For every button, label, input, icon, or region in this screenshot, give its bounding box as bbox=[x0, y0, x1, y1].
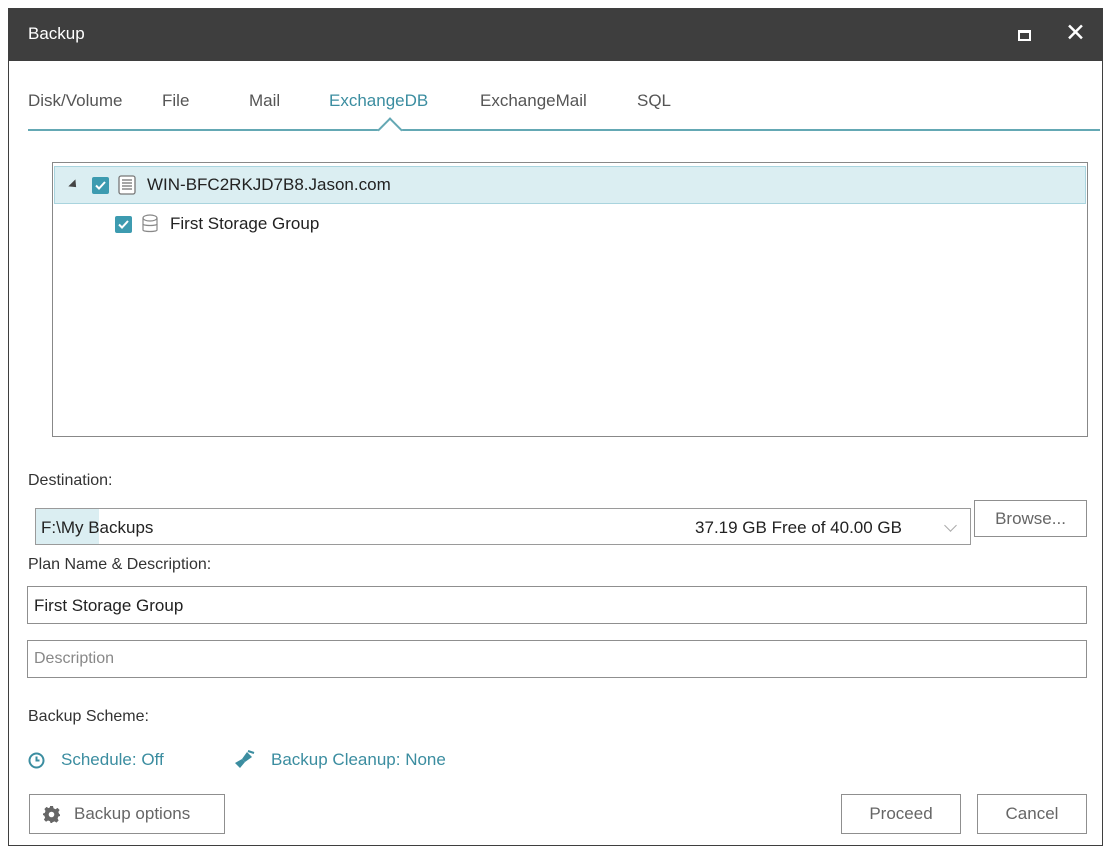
proceed-button[interactable]: Proceed bbox=[841, 794, 961, 834]
checkmark-icon bbox=[95, 180, 106, 190]
plan-name-label: Plan Name & Description: bbox=[28, 556, 212, 573]
window-title: Backup bbox=[28, 24, 85, 43]
expand-arrow-icon[interactable] bbox=[68, 179, 80, 191]
schedule-text: Schedule: Off bbox=[61, 750, 164, 769]
tab-mail[interactable]: Mail bbox=[249, 91, 280, 111]
background-strip bbox=[0, 0, 8, 849]
checkmark-icon bbox=[118, 219, 129, 229]
plan-name-value: First Storage Group bbox=[34, 596, 184, 615]
cleanup-text: Backup Cleanup: None bbox=[271, 750, 446, 769]
tab-exchangedb[interactable]: ExchangeDB bbox=[329, 91, 428, 111]
storage-group-checkbox[interactable] bbox=[115, 215, 132, 233]
gear-icon bbox=[43, 805, 60, 823]
tab-file[interactable]: File bbox=[162, 91, 189, 111]
backup-window: Backup ✕ Disk/Volume File Mail ExchangeD… bbox=[8, 8, 1103, 846]
backup-options-button[interactable]: Backup options bbox=[29, 794, 225, 834]
backup-options-label: Backup options bbox=[74, 804, 191, 823]
backup-scheme-label: Backup Scheme: bbox=[28, 708, 149, 725]
tree-node-server[interactable]: WIN-BFC2RKJD7B8.Jason.com bbox=[54, 166, 1086, 204]
plan-name-input[interactable]: First Storage Group bbox=[27, 586, 1087, 624]
server-checkbox[interactable] bbox=[92, 176, 109, 194]
schedule-link[interactable]: Schedule: Off bbox=[28, 750, 164, 770]
close-icon[interactable]: ✕ bbox=[1065, 19, 1086, 47]
clock-icon bbox=[28, 752, 45, 768]
exchange-tree: WIN-BFC2RKJD7B8.Jason.com First Storage … bbox=[52, 162, 1088, 437]
destination-free-space: 37.19 GB Free of 40.00 GB bbox=[695, 518, 902, 537]
title-bar: Backup ✕ bbox=[9, 9, 1102, 61]
chevron-down-icon[interactable] bbox=[944, 519, 957, 532]
description-placeholder: Description bbox=[34, 650, 115, 667]
maximize-icon[interactable] bbox=[1018, 30, 1031, 41]
destination-select[interactable]: F:\My Backups 37.19 GB Free of 40.00 GB bbox=[35, 508, 971, 545]
cancel-button[interactable]: Cancel bbox=[977, 794, 1087, 834]
tab-bar: Disk/Volume File Mail ExchangeDB Exchang… bbox=[28, 91, 1100, 131]
tree-node-storage-group[interactable]: First Storage Group bbox=[115, 205, 319, 243]
server-label: WIN-BFC2RKJD7B8.Jason.com bbox=[147, 175, 391, 194]
description-input[interactable]: Description bbox=[27, 640, 1087, 678]
tab-disk-volume[interactable]: Disk/Volume bbox=[28, 91, 122, 111]
tab-exchangemail[interactable]: ExchangeMail bbox=[480, 91, 587, 111]
database-icon bbox=[142, 214, 158, 233]
destination-path: F:\My Backups bbox=[41, 518, 154, 537]
tab-sql[interactable]: SQL bbox=[637, 91, 671, 111]
server-icon bbox=[118, 175, 136, 195]
broom-icon bbox=[235, 750, 255, 768]
cleanup-link[interactable]: Backup Cleanup: None bbox=[233, 750, 446, 770]
browse-button[interactable]: Browse... bbox=[974, 500, 1087, 537]
destination-label: Destination: bbox=[28, 472, 113, 489]
storage-group-label: First Storage Group bbox=[170, 214, 320, 233]
